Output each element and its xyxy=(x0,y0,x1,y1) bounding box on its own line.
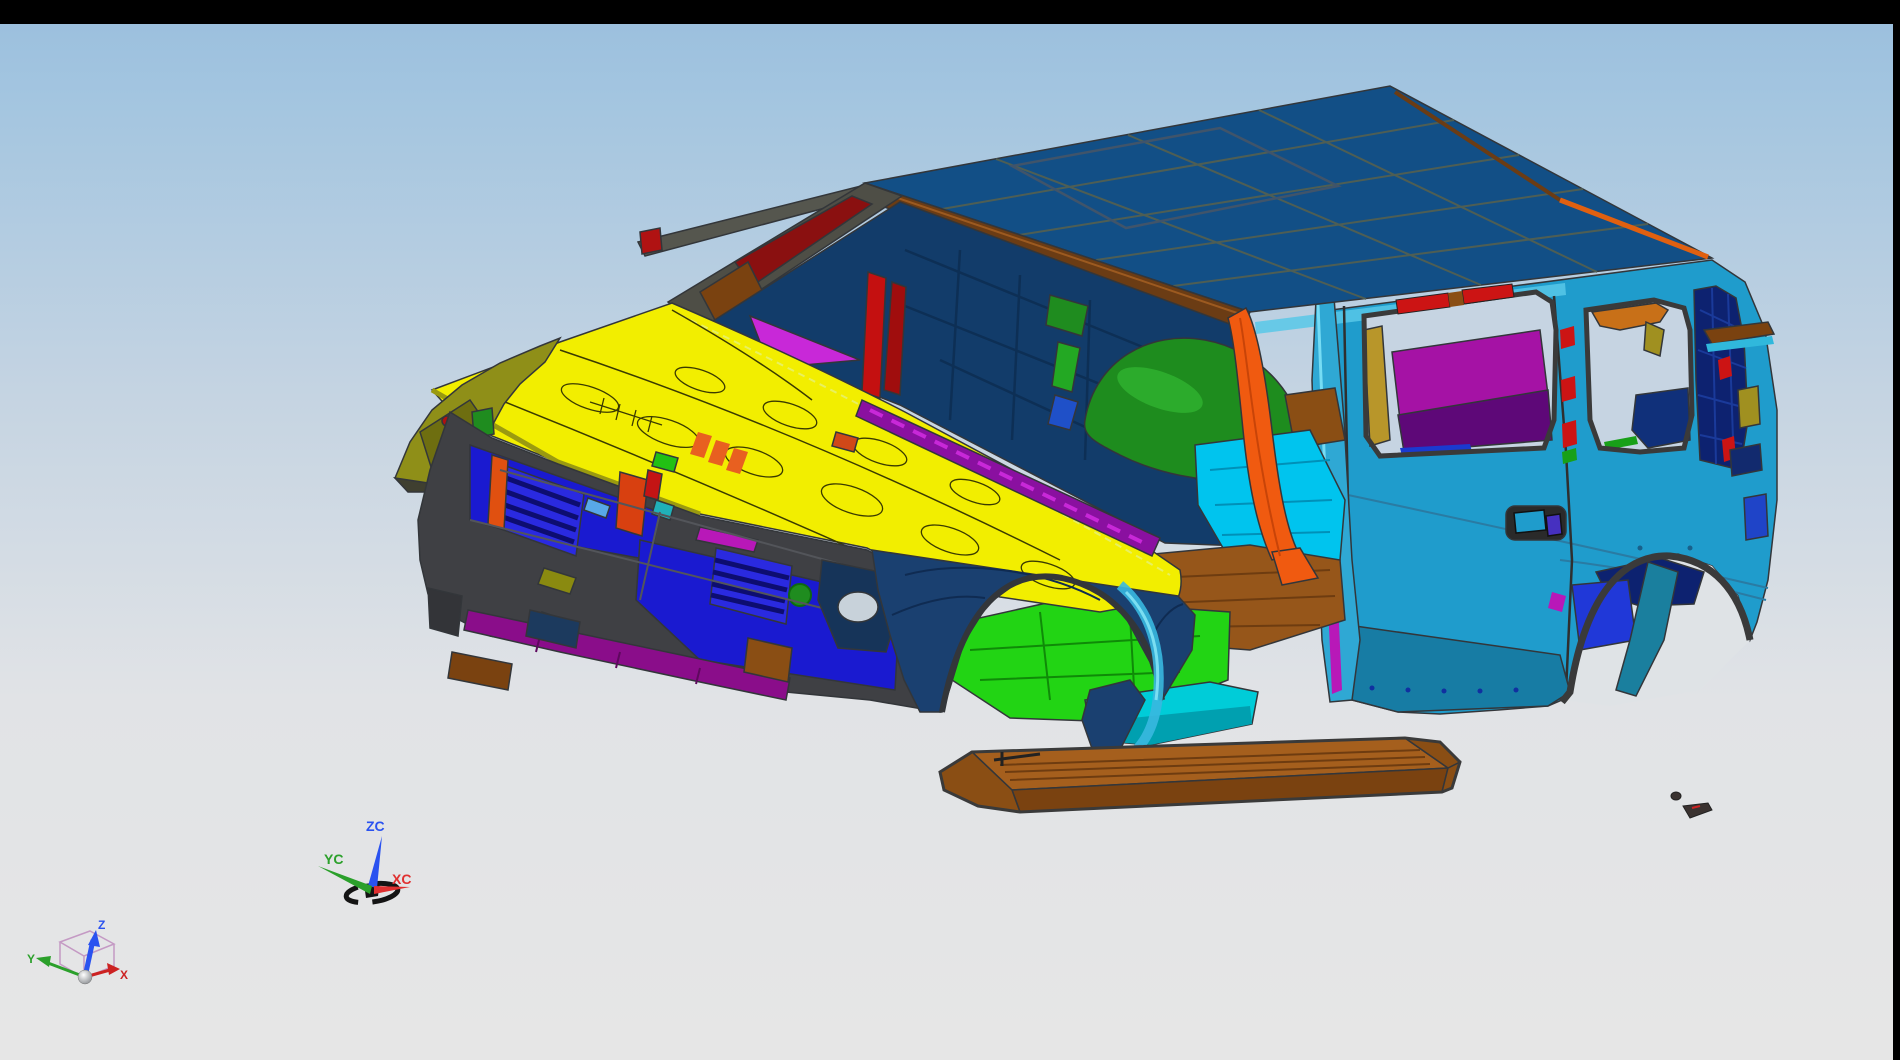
orange-accent-a xyxy=(488,455,508,530)
wcs-y-axis[interactable] xyxy=(318,866,372,894)
triad-y-head xyxy=(36,956,51,967)
door-handle[interactable] xyxy=(1506,506,1566,540)
brown-bracket-a xyxy=(448,652,512,690)
wcs-x-label: XC xyxy=(392,871,411,887)
wcs-x-axis[interactable] xyxy=(374,886,410,894)
quarter-navy-sill[interactable] xyxy=(1632,388,1690,448)
wcs-z-label: ZC xyxy=(366,818,385,834)
quarter-window[interactable] xyxy=(1586,300,1692,452)
application-window: ZC YC XC Z Y X xyxy=(0,0,1900,1060)
loose-parts[interactable] xyxy=(1671,792,1712,818)
red-bit-a xyxy=(644,470,662,500)
absolute-triad: Z Y X xyxy=(27,918,128,984)
triad-x-label: X xyxy=(120,968,128,982)
header-red-block xyxy=(640,228,662,254)
triad-y-label: Y xyxy=(27,952,35,966)
wcs-triad[interactable]: ZC YC XC xyxy=(318,818,411,906)
wcs-z-axis[interactable] xyxy=(368,836,382,888)
loose-part-bracket[interactable] xyxy=(1683,803,1712,818)
loose-part-dot[interactable] xyxy=(1671,792,1681,800)
running-board[interactable] xyxy=(940,738,1460,812)
taillight-blue-box[interactable] xyxy=(1744,494,1768,540)
car-body-model[interactable] xyxy=(395,86,1777,812)
right-black-bar xyxy=(1893,0,1900,1060)
apron-hole xyxy=(838,592,878,622)
viewport-3d[interactable]: ZC YC XC Z Y X xyxy=(0,24,1893,1060)
model-canvas[interactable]: ZC YC XC Z Y X xyxy=(0,24,1893,1060)
liftgate-navy-bit xyxy=(1730,444,1762,476)
wcs-y-label: YC xyxy=(324,851,343,867)
triad-z-label: Z xyxy=(98,918,105,932)
triad-origin-sphere xyxy=(78,970,92,984)
top-black-bar xyxy=(0,0,1900,24)
roofrail-brown-bit xyxy=(1448,291,1464,307)
gray-tip-block xyxy=(428,588,462,636)
liftgate-olive-plate xyxy=(1738,386,1760,428)
rear-door-window[interactable] xyxy=(1364,292,1556,456)
